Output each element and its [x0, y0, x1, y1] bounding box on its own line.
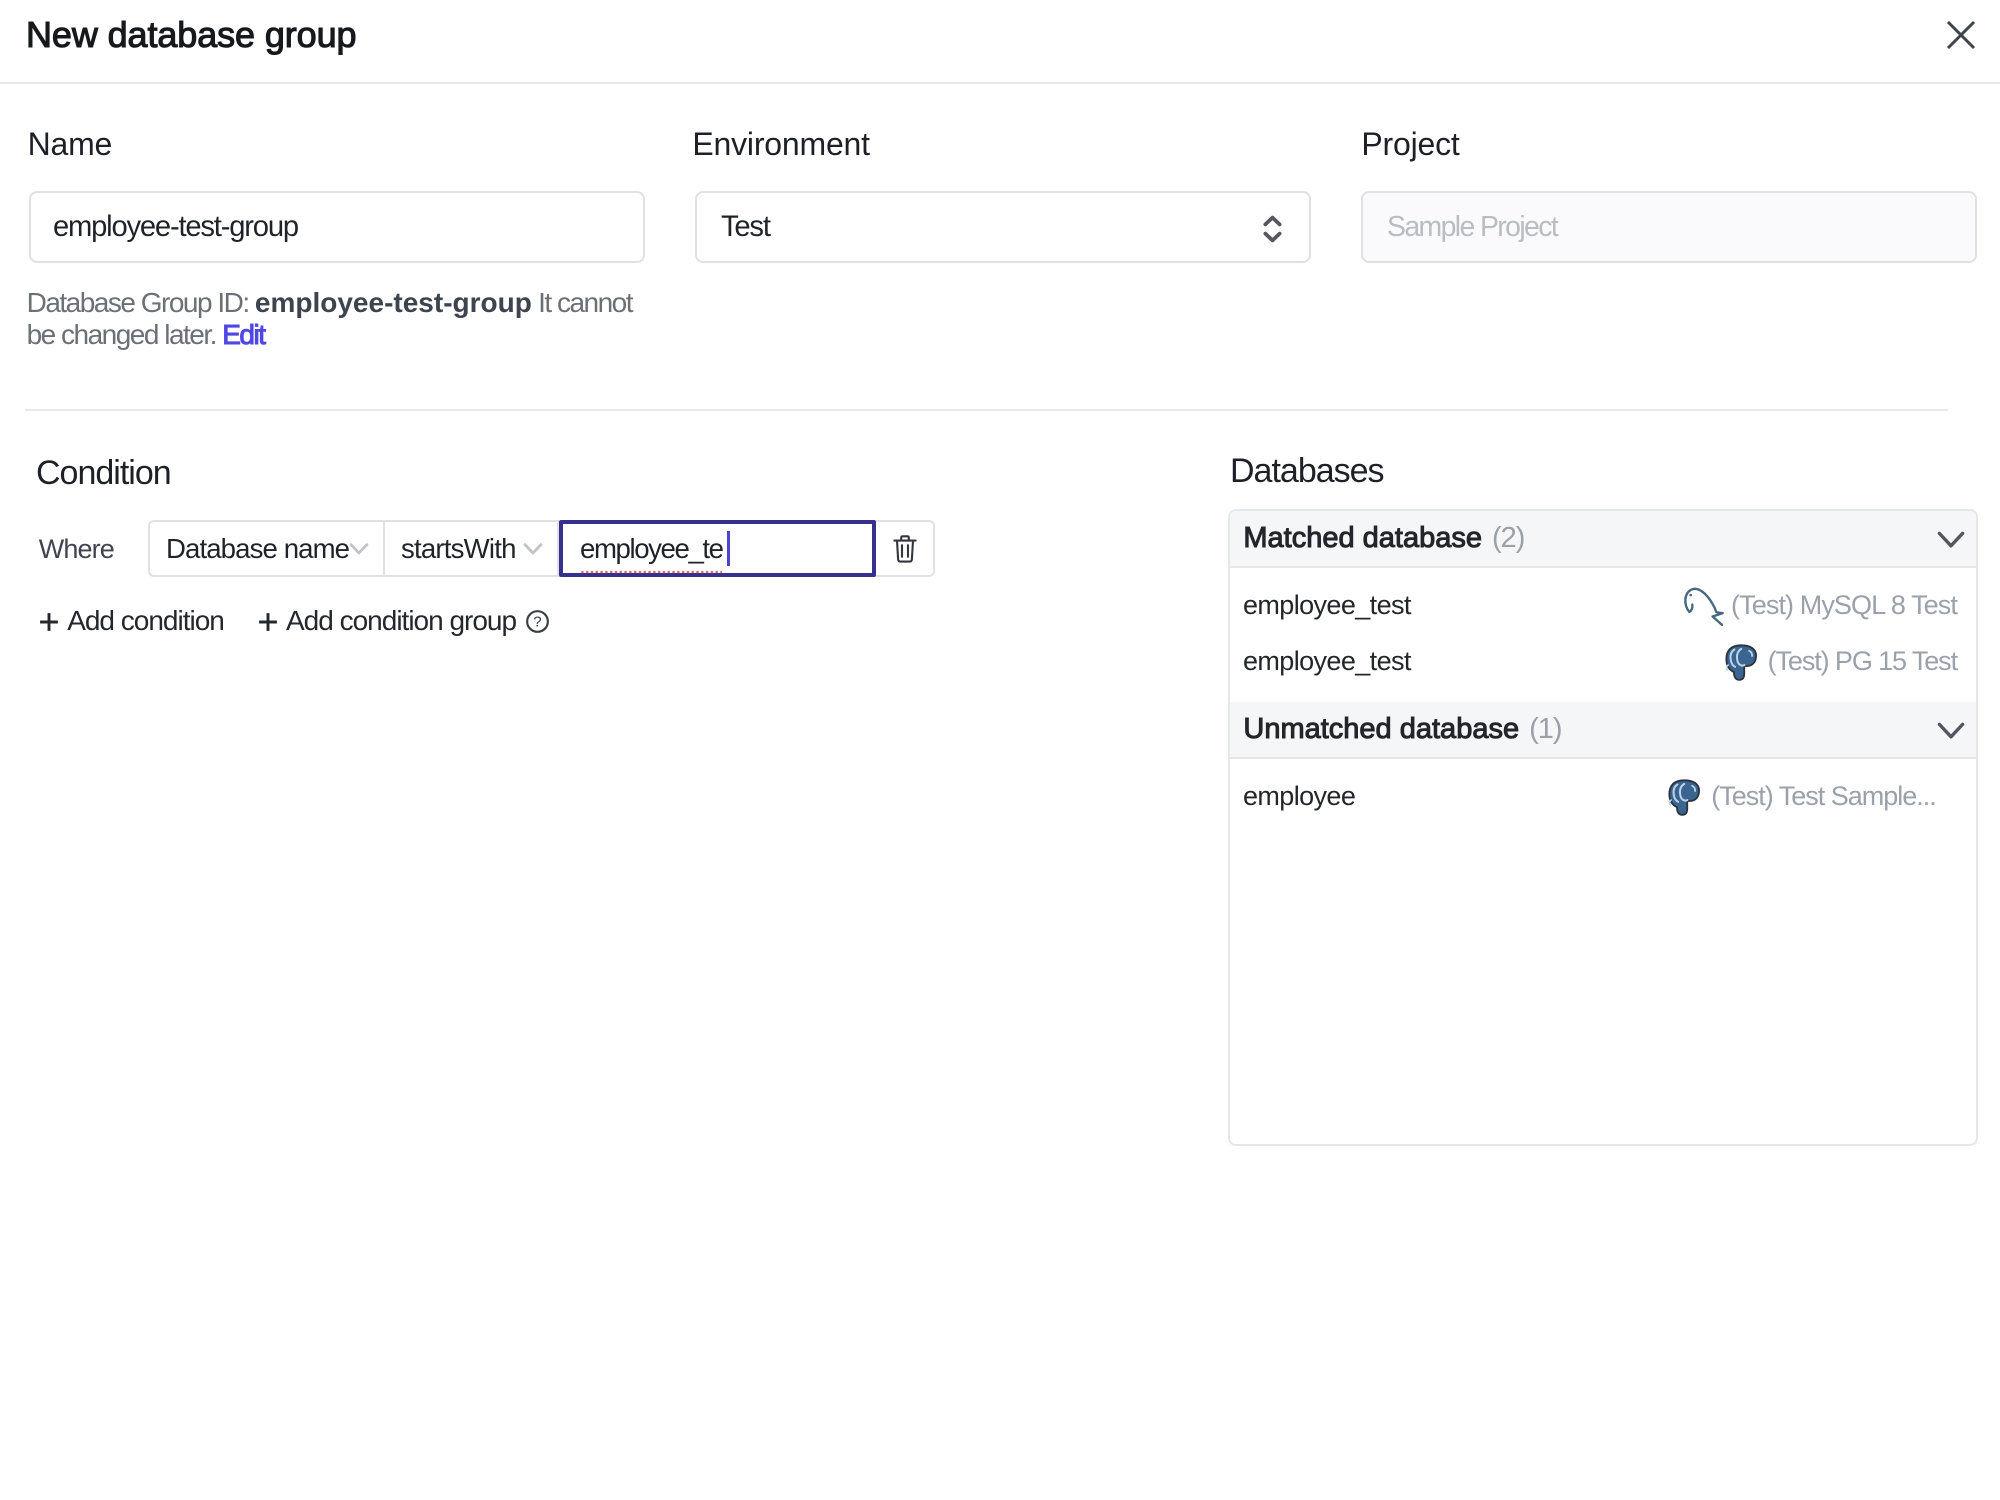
svg-text:?: ?	[533, 613, 541, 630]
